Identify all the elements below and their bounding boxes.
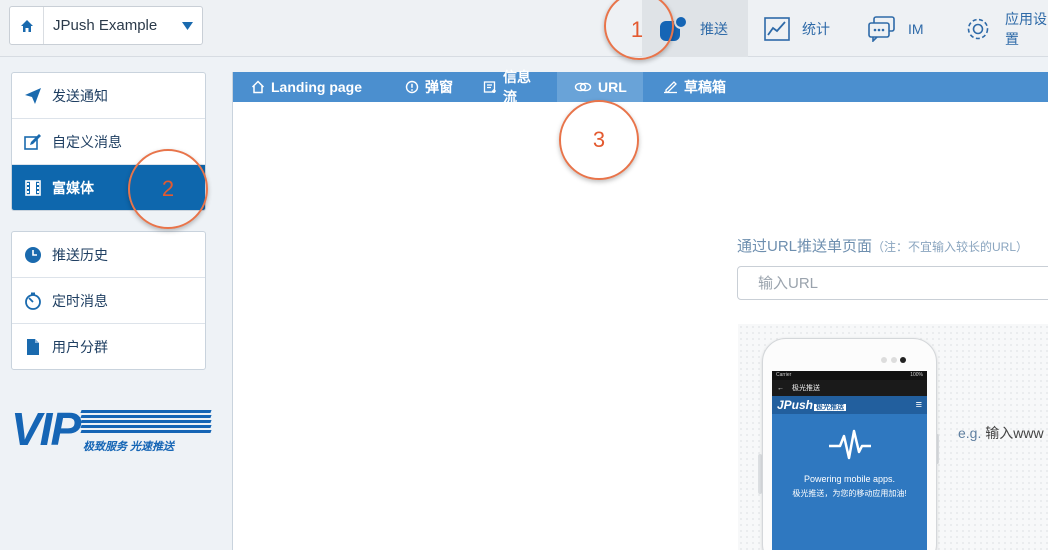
annotation-3: 3 xyxy=(559,100,639,180)
nav-push-label: 推送 xyxy=(700,20,728,37)
url-form-title-text: 通过URL推送单页面 xyxy=(737,238,873,255)
draft-icon xyxy=(663,80,678,94)
app-selector[interactable]: JPush Example xyxy=(9,6,203,45)
sidebar-item-user-segments[interactable]: 用户分群 xyxy=(12,324,205,369)
tab-label: 弹窗 xyxy=(425,79,453,95)
nav-settings[interactable]: 应用设置 xyxy=(963,0,1048,57)
gear-icon xyxy=(963,14,993,44)
phone-app-bar: ← 极光推送 xyxy=(772,380,927,396)
phone-camera xyxy=(900,357,906,363)
example-prefix: e.g. xyxy=(958,425,982,441)
jpush-logo-sub: 极光推送 xyxy=(814,404,847,411)
vip-logo: VIP 极致服务 光速推送 xyxy=(11,403,212,455)
link-icon xyxy=(574,80,592,94)
url-example: e.g. 输入www xyxy=(958,423,1044,443)
sidebar-item-label: 推送历史 xyxy=(52,246,108,263)
nav-im-label: IM xyxy=(908,20,924,37)
phone-screen: Carrier 100% ← 极光推送 JPush 极光推送 ≡ Powering… xyxy=(772,371,927,550)
document-icon xyxy=(24,338,42,356)
phone-tagline-cn: 极光推送，为您的移动应用加油! xyxy=(792,489,907,498)
tab-bar: Landing page 弹窗 信息流 URL 草稿箱 xyxy=(233,69,1048,105)
carrier-label: Carrier xyxy=(776,372,792,378)
phone-sensor xyxy=(891,357,897,363)
sidebar-item-push-history[interactable]: 推送历史 xyxy=(12,232,205,278)
tab-label: 草稿箱 xyxy=(684,79,726,95)
sidebar-group-manage: 推送历史 定时消息 用户分群 xyxy=(11,231,206,370)
main-panel: Landing page 弹窗 信息流 URL 草稿箱 通过URL推送单页面（注… xyxy=(232,69,1048,550)
pulse-icon xyxy=(828,429,871,460)
url-form-note: （注：不宜输入较长的URL） xyxy=(872,240,1029,254)
chat-icon xyxy=(868,15,896,42)
tab-label: 信息流 xyxy=(503,69,531,105)
nav-stats-label: 统计 xyxy=(802,20,830,37)
hamburger-menu-icon: ≡ xyxy=(915,399,922,411)
top-bar: JPush Example 推送 统计 IM 应用设置 xyxy=(0,0,1048,57)
tab-landing-page[interactable]: Landing page xyxy=(233,72,385,102)
battery-label: 100% xyxy=(910,372,923,378)
line-chart-icon xyxy=(764,16,790,41)
vip-slogan: 极致服务 光速推送 xyxy=(83,441,175,453)
sidebar-item-send-notification[interactable]: 发送通知 xyxy=(12,73,205,119)
url-form-title: 通过URL推送单页面（注：不宜输入较长的URL） xyxy=(737,235,1028,256)
phone-status-bar: Carrier 100% xyxy=(772,371,927,380)
jpush-logo-text: JPush xyxy=(777,398,814,412)
sidebar-item-label: 富媒体 xyxy=(52,180,94,196)
sidebar-item-scheduled-message[interactable]: 定时消息 xyxy=(12,278,205,324)
nav-settings-label: 应用设置 xyxy=(1005,10,1047,47)
vip-stripes xyxy=(80,410,212,436)
tab-feed[interactable]: 信息流 xyxy=(471,69,557,105)
tab-url[interactable]: URL xyxy=(557,72,643,102)
phone-sensor xyxy=(881,357,887,363)
app-name: JPush Example xyxy=(53,17,158,34)
phone-tagline: Powering mobile apps. xyxy=(803,474,896,484)
alert-circle-icon xyxy=(405,80,419,94)
chevron-down-icon[interactable] xyxy=(172,21,202,30)
back-arrow-icon: ← xyxy=(777,384,784,392)
clock-icon xyxy=(24,246,42,264)
edit-icon xyxy=(24,133,42,151)
phone-brand-bar: JPush 极光推送 ≡ xyxy=(772,396,927,414)
url-input[interactable] xyxy=(737,266,1048,300)
tab-label: Landing page xyxy=(271,79,362,95)
sidebar-item-label: 发送通知 xyxy=(52,87,108,104)
nav-stats[interactable]: 统计 xyxy=(764,0,830,57)
film-icon xyxy=(24,179,42,197)
feed-icon xyxy=(483,80,497,94)
paper-plane-icon xyxy=(24,87,42,105)
tab-label: URL xyxy=(598,79,627,95)
sidebar-item-label: 用户分群 xyxy=(52,339,108,355)
example-text: 输入www xyxy=(985,425,1044,441)
phone-app-title: 极光推送 xyxy=(792,385,820,392)
phone-mockup: Carrier 100% ← 极光推送 JPush 极光推送 ≡ Powering… xyxy=(762,338,937,550)
sidebar-item-label: 自定义消息 xyxy=(52,133,122,150)
tab-popup[interactable]: 弹窗 xyxy=(385,72,471,102)
sidebar-item-label: 定时消息 xyxy=(52,292,108,309)
nav-im[interactable]: IM xyxy=(868,0,924,57)
vip-logo-text: VIP xyxy=(11,403,81,455)
home-outline-icon xyxy=(251,80,265,94)
timer-icon xyxy=(24,292,42,310)
home-icon[interactable] xyxy=(10,7,44,44)
jpush-logo: JPush 极光推送 xyxy=(777,398,847,412)
annotation-2: 2 xyxy=(128,149,208,229)
tab-drafts[interactable]: 草稿箱 xyxy=(643,72,744,102)
